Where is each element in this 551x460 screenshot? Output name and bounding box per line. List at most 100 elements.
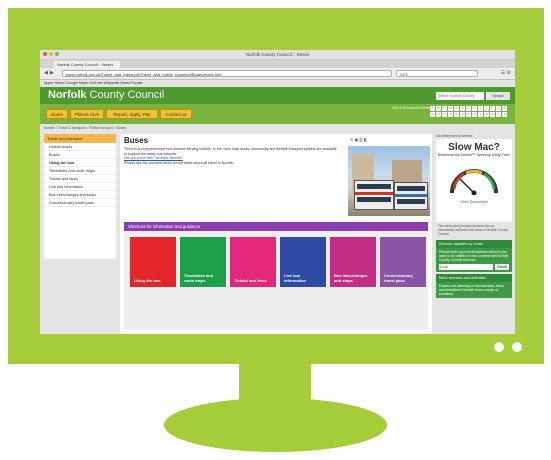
browser-toolbar: ◀ ▶ www.norfolk.gov.uk/Travel_and_transp… (40, 68, 515, 80)
ad-title: Slow Mac? (448, 142, 500, 153)
tile-live-bus[interactable]: Live bus information (280, 237, 326, 287)
window-title: Norfolk County Council :: Buses (245, 52, 310, 57)
forward-icon[interactable]: ▶ (50, 70, 54, 76)
site-search-button[interactable]: Search (486, 92, 510, 100)
back-icon[interactable]: ◀ (44, 70, 48, 76)
email-updates-heading: Receive updates by email (436, 240, 512, 248)
az-letter-link[interactable]: R (454, 112, 459, 117)
monitor-base (164, 398, 387, 452)
email-input[interactable]: Email (439, 264, 494, 270)
monitor-frame: Norfolk County Council :: Buses Norfolk … (8, 8, 544, 364)
left-nav-item[interactable]: Using the bus (44, 159, 116, 167)
browser-search-field[interactable]: NCF (396, 70, 478, 77)
left-nav-item[interactable]: Tickets and fares (44, 175, 116, 183)
left-navigation: Travel and transport Norfolk buses Buses… (44, 134, 116, 259)
az-letter-link[interactable]: H (472, 106, 477, 111)
minimize-window-icon[interactable] (49, 52, 53, 56)
settings-icon[interactable]: ⚙ (507, 70, 511, 76)
az-letter-link[interactable]: A (430, 106, 435, 111)
az-letter-link[interactable]: L (496, 106, 501, 111)
az-letter-link[interactable]: O (436, 112, 441, 117)
logo-light-text: County Council (86, 89, 165, 101)
tile-using-the-bus[interactable]: Using the bus (130, 237, 176, 287)
site-nav: Home Places I live Report, Apply, Pay Co… (40, 104, 515, 124)
az-letter-link[interactable]: U (472, 112, 477, 117)
az-letter-link[interactable]: W (484, 112, 489, 117)
speedometer-icon (450, 169, 498, 195)
bus-photo (348, 146, 430, 216)
az-letter-link[interactable]: F (460, 106, 465, 111)
services-heading: Shortcuts for information and guidance (124, 222, 428, 231)
az-letter-link[interactable]: C (442, 106, 447, 111)
nav-report-apply-pay-button[interactable]: Report, Apply, Pay (106, 109, 158, 119)
nav-places-button[interactable]: Places I live (70, 109, 104, 119)
az-letter-link[interactable]: G (466, 106, 471, 111)
az-letter-link[interactable]: N (430, 112, 435, 117)
ad-label: Advertisement Advertise (436, 134, 473, 138)
az-letter-link[interactable]: D (448, 106, 453, 111)
az-letter-link[interactable]: I (478, 106, 483, 111)
more-services-heading: More services and activities (436, 274, 512, 282)
email-submit-button[interactable]: Submit (495, 264, 509, 270)
page-title: Buses (124, 136, 149, 145)
power-light-icon (494, 342, 504, 352)
tile-interchanges[interactable]: Bus interchanges and stops (330, 237, 376, 287)
browser-tab[interactable]: Norfolk County Council :: Buses (54, 61, 120, 68)
nav-home-button[interactable]: Home (46, 109, 68, 119)
site-search-input[interactable]: Search Norfolk County (436, 92, 484, 100)
az-letter-link[interactable]: K (490, 106, 495, 111)
bookmark-icon[interactable]: ☰ (501, 70, 505, 76)
advert[interactable]: Slow Mac? Download the Norton™ Speedup U… (436, 139, 512, 222)
email-updates-text: Please enter your email address below if… (439, 250, 509, 262)
monitor-screen: Norfolk County Council :: Buses Norfolk … (40, 50, 515, 334)
left-nav-item[interactable]: Timetables and route maps (44, 167, 116, 175)
left-nav-item[interactable]: Concessionary travel pass (44, 199, 116, 207)
window-titlebar: Norfolk County Council :: Buses (40, 50, 515, 60)
tile-concessionary[interactable]: Concessionary travel pass (380, 237, 426, 287)
breadcrumb[interactable]: Norfolk > Travel & transport > Public tr… (44, 126, 126, 130)
intro-note: Please see the sources below for the lat… (124, 160, 235, 165)
monitor-indicator-dots (494, 342, 522, 352)
site-logo[interactable]: Norfolk County Council (48, 89, 164, 101)
page-body: Norfolk > Travel & transport > Public tr… (40, 124, 515, 334)
left-nav-item[interactable]: Buses (44, 151, 116, 159)
site-header: Norfolk County Council Search Norfolk Co… (40, 87, 515, 104)
power-light-icon (512, 342, 522, 352)
az-label: A to Z of Council Services (392, 106, 434, 110)
left-nav-item[interactable]: Live bus information (44, 183, 116, 191)
ad-subtitle: Download the Norton™ Speedup Utility Fre… (438, 153, 510, 157)
az-letter-grid: ABCDEFGHIJKLM NOPQRSTUVWXYZ (430, 106, 512, 117)
az-letter-link[interactable]: X (490, 112, 495, 117)
az-letter-link[interactable]: B (436, 106, 441, 111)
ad-disclaimer: The views and products featured do not n… (438, 224, 508, 236)
az-letter-link[interactable]: S (460, 112, 465, 117)
left-nav-heading[interactable]: Travel and transport (44, 134, 116, 143)
intro-text: There is a comprehensive bus network ser… (124, 147, 338, 165)
az-letter-link[interactable]: Z (502, 112, 507, 117)
az-letter-link[interactable]: M (502, 106, 507, 111)
close-window-icon[interactable] (43, 52, 47, 56)
az-letter-link[interactable]: T (466, 112, 471, 117)
logo-bold-text: Norfolk (48, 89, 87, 101)
az-letter-link[interactable]: J (484, 106, 489, 111)
tile-timetables[interactable]: Timetables and route maps (180, 237, 226, 287)
az-letter-link[interactable]: P (442, 112, 447, 117)
email-updates-panel: Please enter your email address below if… (436, 248, 512, 272)
page-tools-icons[interactable]: ✉ ▣ ⎙ ◧ (350, 137, 367, 142)
az-letter-link[interactable]: Q (448, 112, 453, 117)
left-nav-item[interactable]: Bus interchanges and stops (44, 191, 116, 199)
az-letter-link[interactable]: E (454, 106, 459, 111)
left-nav-item[interactable]: Norfolk buses (44, 143, 116, 151)
tile-tickets[interactable]: Tickets and fares (230, 237, 276, 287)
more-services-text: Explore our directory to find services, … (436, 282, 512, 298)
az-letter-link[interactable]: V (478, 112, 483, 117)
right-column: Advertisement Advertise Slow Mac? Downlo… (436, 134, 512, 334)
browser-tabbar: Norfolk County Council :: Buses (40, 60, 515, 68)
az-letter-link[interactable]: Y (496, 112, 501, 117)
main-content: Buses There is a comprehensive bus netwo… (120, 134, 432, 334)
nav-contact-button[interactable]: Contact us (160, 109, 192, 119)
intro-paragraph: There is a comprehensive bus network ser… (124, 147, 337, 156)
ad-download-link[interactable]: Free Download (436, 199, 512, 204)
address-bar[interactable]: www.norfolk.gov.uk/Travel_and_transport/… (62, 70, 392, 77)
zoom-window-icon[interactable] (55, 52, 59, 56)
